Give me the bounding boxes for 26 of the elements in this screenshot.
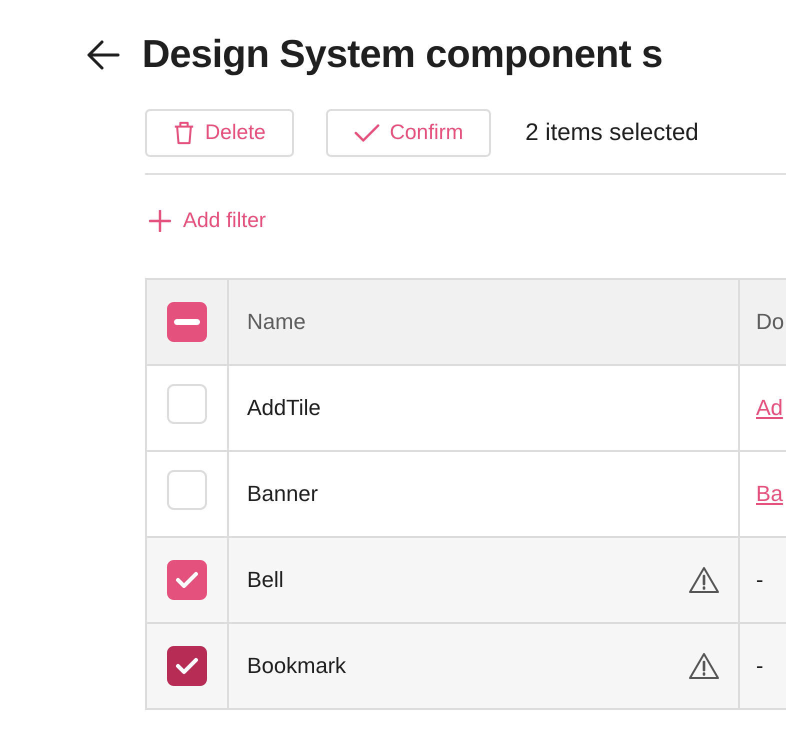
minus-icon <box>174 319 200 326</box>
check-icon <box>175 656 199 675</box>
check-icon <box>354 122 380 143</box>
delete-button[interactable]: Delete <box>145 108 294 157</box>
plus-icon <box>149 210 171 232</box>
trash-icon <box>173 120 195 146</box>
add-filter-button[interactable]: Add filter <box>145 204 270 236</box>
back-arrow-icon <box>86 40 120 70</box>
column-header: Do <box>756 309 784 334</box>
component-name: Bell <box>247 566 284 594</box>
check-icon <box>175 570 199 589</box>
doc-link[interactable]: Ad <box>756 395 783 420</box>
checkbox[interactable] <box>167 302 207 342</box>
checkbox[interactable] <box>167 646 207 686</box>
doc-link[interactable]: Ba <box>756 481 783 506</box>
selection-count: 2 items selected <box>525 118 699 148</box>
component-name: Banner <box>247 480 318 508</box>
column-header: Name <box>247 309 306 334</box>
page-title: Design System component s <box>142 32 663 78</box>
doc-value: - <box>756 653 764 678</box>
component-name: Bookmark <box>247 652 346 680</box>
back-button[interactable] <box>86 40 120 70</box>
component-name: AddTile <box>247 394 321 422</box>
checkbox[interactable] <box>167 560 207 600</box>
doc-value: - <box>756 567 764 592</box>
confirm-button[interactable]: Confirm <box>326 108 492 157</box>
